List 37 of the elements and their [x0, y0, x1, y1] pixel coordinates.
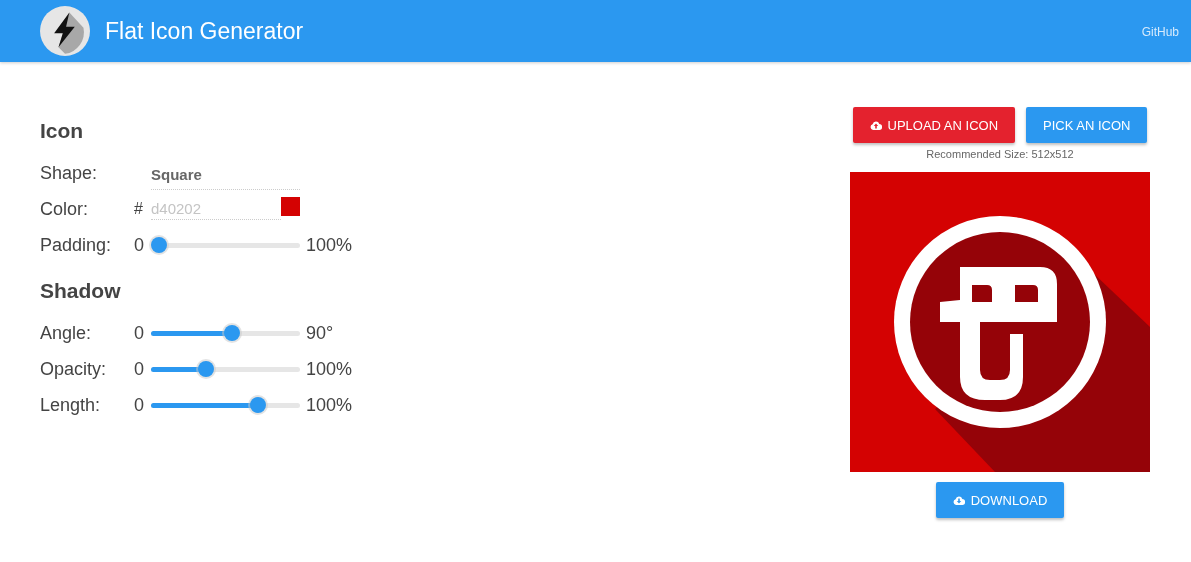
cloud-upload-icon [869, 120, 882, 130]
pick-icon-button[interactable]: PICK AN ICON [1026, 107, 1148, 143]
section-heading: Icon [40, 119, 85, 143]
hash-symbol: # [134, 200, 144, 218]
slider-label: Angle: [40, 322, 93, 344]
slider-max: 100% [306, 358, 353, 380]
color-swatch[interactable] [281, 196, 300, 216]
slider-thumb[interactable] [197, 361, 214, 377]
slider-max: 90° [306, 322, 334, 344]
slider-min: 0 [134, 234, 145, 256]
app-title: Flat Icon Generator [105, 17, 304, 45]
slider[interactable] [151, 360, 300, 378]
slider-max: 100% [306, 394, 353, 416]
upload-button[interactable]: UPLOAD AN ICON [852, 107, 1016, 143]
field-label: Color: [40, 198, 89, 220]
slider-min: 0 [134, 358, 145, 380]
slider-thumb[interactable] [249, 397, 266, 413]
slider[interactable] [151, 324, 300, 342]
slider-max: 100% [306, 234, 353, 256]
slider-label: Length: [40, 394, 102, 416]
cloud-download-icon [952, 495, 965, 505]
slider[interactable] [151, 396, 300, 414]
slider-label: Padding: [40, 234, 113, 256]
section-heading: Shadow [40, 279, 122, 303]
shape-select[interactable]: Square [151, 160, 300, 190]
slider-label: Opacity: [40, 358, 108, 380]
slider[interactable] [151, 236, 300, 254]
field-label: Shape: [40, 162, 99, 184]
download-button[interactable]: DOWNLOAD [935, 482, 1065, 518]
slider-thumb[interactable] [151, 237, 167, 253]
recommended-size-note: Recommended Size: 512x512 [926, 148, 1074, 160]
lightning-logo-icon [40, 6, 90, 56]
github-link[interactable]: GitHub [1141, 25, 1179, 39]
slider-min: 0 [134, 322, 145, 344]
slider-fill [151, 366, 201, 372]
slider-min: 0 [134, 394, 145, 416]
slider-thumb[interactable] [224, 325, 241, 341]
